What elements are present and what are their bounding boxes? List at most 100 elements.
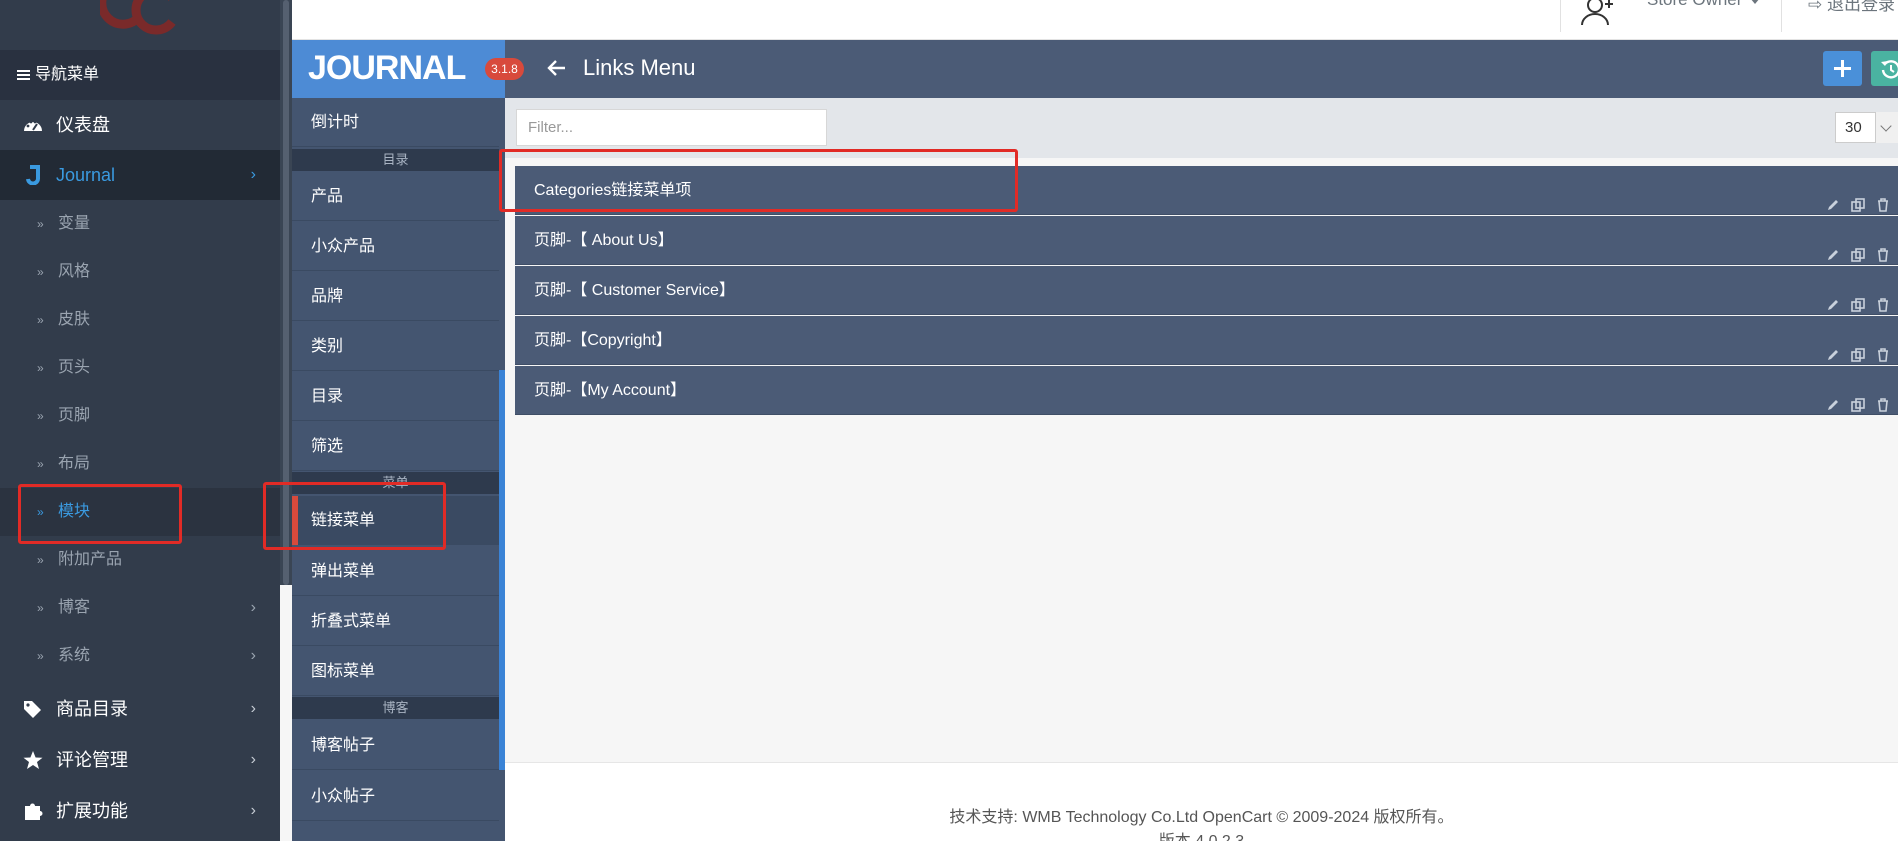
- journal-header-bar: [292, 40, 1898, 98]
- module-menu-item-label: 类别: [311, 338, 344, 355]
- filter-input[interactable]: Filter...: [516, 109, 827, 146]
- copy-icon[interactable]: [1851, 233, 1865, 262]
- sidebar-subitem-blog[interactable]: » 博客 ›: [0, 584, 280, 632]
- logout-label: 退出登录: [1826, 0, 1895, 14]
- puzzle-icon: [25, 803, 43, 820]
- footer-copyright: 技术支持: WMB Technology Co.Ltd OpenCart © 2…: [949, 809, 1454, 826]
- sidebar-subitem-footer[interactable]: » 页脚: [0, 392, 280, 440]
- module-menu-item-label: 目录: [311, 388, 344, 405]
- links-menu-row[interactable]: 页脚-【Copyright】: [515, 316, 1898, 365]
- links-menu-row[interactable]: 页脚-【My Account】: [515, 366, 1898, 415]
- tag-icon: [24, 701, 41, 718]
- sidebar-item-reviews[interactable]: 评论管理 ›: [0, 735, 280, 785]
- double-chevron-icon: »: [37, 313, 44, 327]
- copy-icon[interactable]: [1851, 183, 1865, 212]
- sidebar-item-label: 仪表盘: [56, 115, 110, 135]
- chevron-right-icon: ›: [250, 802, 256, 819]
- trash-icon[interactable]: [1876, 383, 1890, 412]
- module-menu-section-label: 博客: [382, 700, 409, 715]
- caret-down-icon: [1750, 0, 1761, 4]
- sidebar-item-label: 评论管理: [56, 750, 128, 770]
- module-menu-item-products[interactable]: 产品: [292, 172, 499, 221]
- sidebar-subitem-label: 布局: [58, 455, 91, 472]
- back-arrow-icon[interactable]: [547, 56, 567, 80]
- module-menu-item-countdown[interactable]: 倒计时: [292, 98, 499, 147]
- double-chevron-icon: »: [37, 217, 44, 231]
- trash-icon[interactable]: [1876, 283, 1890, 312]
- chevron-right-icon: ›: [250, 599, 256, 616]
- user-avatar-icon[interactable]: [1579, 0, 1617, 25]
- sidebar-subitem-variables[interactable]: » 变量: [0, 200, 280, 248]
- sidebar-item-extensions[interactable]: 扩展功能 ›: [0, 786, 280, 836]
- filter-placeholder: Filter...: [528, 119, 574, 136]
- page-size-value: 30: [1845, 119, 1862, 136]
- module-menu-item-label: 倒计时: [311, 114, 360, 131]
- trash-icon[interactable]: [1876, 233, 1890, 262]
- sidebar-item-dashboard[interactable]: 仪表盘: [0, 100, 280, 150]
- edit-icon[interactable]: [1826, 183, 1840, 210]
- chevron-down-icon[interactable]: [1875, 112, 1898, 143]
- module-menu-item-icons-menu[interactable]: 图标菜单: [292, 647, 499, 696]
- sidebar-subitem-label: 博客: [58, 599, 91, 616]
- module-menu-item-blog-posts[interactable]: 博客帖子: [292, 721, 499, 770]
- module-menu-item-label: 品牌: [311, 288, 344, 305]
- edit-icon[interactable]: [1826, 233, 1840, 260]
- module-menu-item-filter[interactable]: 筛选: [292, 422, 499, 471]
- sidebar-item-catalog[interactable]: 商品目录 ›: [0, 684, 280, 734]
- module-menu-item-accordion-menu[interactable]: 折叠式菜单: [292, 597, 499, 646]
- annotation-box-first-row: [499, 149, 1018, 212]
- sidebar-item-journal[interactable]: Journal ›: [0, 150, 280, 200]
- sidebar-subitem-styles[interactable]: » 风格: [0, 248, 280, 296]
- trash-icon[interactable]: [1876, 333, 1890, 362]
- edit-icon[interactable]: [1826, 283, 1840, 310]
- module-menu-item-niche-posts[interactable]: 小众帖子: [292, 772, 499, 821]
- links-menu-row[interactable]: 页脚-【 Customer Service】: [515, 266, 1898, 315]
- sidebar-subitem-label: 页脚: [58, 407, 91, 424]
- sidebar-subitem-skins[interactable]: » 皮肤: [0, 296, 280, 344]
- sidebar-subitem-layout[interactable]: » 布局: [0, 440, 280, 488]
- sidebar-subitem-label: 皮肤: [58, 311, 91, 328]
- add-button[interactable]: [1823, 51, 1862, 86]
- trash-icon[interactable]: [1876, 183, 1890, 212]
- links-menu-row[interactable]: 页脚-【 About Us】: [515, 216, 1898, 265]
- copy-icon[interactable]: [1851, 383, 1865, 412]
- edit-icon[interactable]: [1826, 333, 1840, 360]
- history-button[interactable]: [1871, 51, 1898, 86]
- page-title: Links Menu: [583, 55, 696, 80]
- annotation-box-links-menu: [263, 482, 446, 550]
- nav-menu-heading[interactable]: 导航菜单: [0, 50, 280, 100]
- store-owner-label: Store Owner: [1647, 0, 1742, 9]
- sidebar-subitem-header[interactable]: » 页头: [0, 344, 280, 392]
- sidebar-subitem-label: 变量: [58, 215, 91, 232]
- annotation-box-modules: [18, 484, 182, 544]
- header-divider: [1781, 0, 1782, 32]
- copy-icon[interactable]: [1851, 283, 1865, 312]
- edit-icon[interactable]: [1826, 383, 1840, 410]
- module-menu-item-label: 小众帖子: [311, 788, 376, 805]
- module-menu-item-label: 产品: [311, 188, 344, 205]
- sidebar-subitem-label: 系统: [58, 647, 91, 664]
- module-menu-item-brands[interactable]: 品牌: [292, 272, 499, 321]
- dashboard-icon: [24, 120, 42, 131]
- sidebar-subitem-label: 风格: [58, 263, 91, 280]
- sidebar-item-label: 商品目录: [56, 699, 128, 719]
- sidebar-item-label: 扩展功能: [56, 801, 128, 821]
- module-menu-item-flyout-menu[interactable]: 弹出菜单: [292, 547, 499, 596]
- module-menu-item-catalog[interactable]: 目录: [292, 372, 499, 421]
- chevron-right-icon: ›: [250, 700, 256, 717]
- module-menu-item-label: 博客帖子: [311, 737, 376, 754]
- module-menu-item-categories[interactable]: 类别: [292, 322, 499, 371]
- menu-bars-icon: [17, 68, 30, 82]
- sidebar-subitem-system[interactable]: » 系统 ›: [0, 632, 280, 680]
- header-divider: [1560, 0, 1561, 32]
- sidebar-subitem-label: 附加产品: [58, 551, 123, 568]
- row-title: 页脚-【 Customer Service】: [534, 282, 735, 299]
- journal-logo[interactable]: JOURNAL: [308, 48, 466, 88]
- logout-link[interactable]: ⇨ 退出登录: [1808, 0, 1895, 15]
- module-menu-section-label: 目录: [382, 152, 409, 167]
- copy-icon[interactable]: [1851, 333, 1865, 362]
- nav-menu-heading-label: 导航菜单: [35, 66, 100, 83]
- module-menu-item-niche-products[interactable]: 小众产品: [292, 222, 499, 271]
- double-chevron-icon: »: [37, 601, 44, 615]
- store-owner-menu[interactable]: Store Owner: [1647, 0, 1761, 10]
